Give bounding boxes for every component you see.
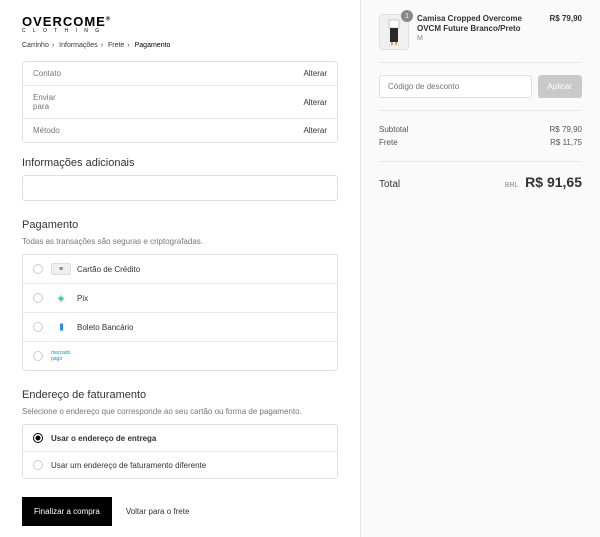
billing-options: Usar o endereço de entrega Usar um ender… xyxy=(22,424,338,479)
apply-button[interactable]: Aplicar xyxy=(538,75,582,98)
pix-icon: ◈ xyxy=(51,292,71,304)
billing-diff[interactable]: Usar um endereço de faturamento diferent… xyxy=(23,452,337,478)
product-thumb: 1 xyxy=(379,14,409,50)
credit-card-icon: ≡ xyxy=(51,263,71,275)
method-label: Método xyxy=(33,126,71,135)
subtotal-value: R$ 79,90 xyxy=(550,125,582,134)
payment-methods: ≡ Cartão de Crédito ◈ Pix ||| Boleto Ban… xyxy=(22,254,338,371)
pay-cc[interactable]: ≡ Cartão de Crédito xyxy=(23,255,337,284)
shipto-change[interactable]: Alterar xyxy=(303,98,327,107)
discount-input[interactable] xyxy=(379,75,532,98)
pay-boleto[interactable]: ||| Boleto Bancário xyxy=(23,313,337,342)
payment-subtitle: Todas as transações são seguras e cripto… xyxy=(22,237,338,246)
billing-title: Endereço de faturamento xyxy=(22,389,338,401)
breadcrumb-ship[interactable]: Frete xyxy=(108,42,124,49)
review-box: Contato Alterar Enviar para Alterar Méto… xyxy=(22,61,338,143)
mercadopago-icon: mercado pago xyxy=(51,350,71,362)
breadcrumb: Carrinho› Informações› Frete› Pagamento xyxy=(22,42,338,49)
radio-icon xyxy=(33,433,43,443)
breadcrumb-info[interactable]: Informações xyxy=(59,42,98,49)
total-amount: R$ 91,65 xyxy=(525,174,582,190)
additional-input[interactable] xyxy=(22,175,338,201)
radio-icon xyxy=(33,351,43,361)
currency: BRL xyxy=(505,182,519,189)
additional-title: Informações adicionais xyxy=(22,157,338,169)
qty-badge: 1 xyxy=(401,10,413,22)
radio-icon xyxy=(33,293,43,303)
contact-change[interactable]: Alterar xyxy=(303,69,327,78)
billing-subtitle: Selecione o endereço que corresponde ao … xyxy=(22,407,338,416)
radio-icon xyxy=(33,264,43,274)
total-label: Total xyxy=(379,179,400,190)
item-variant: M xyxy=(417,35,542,42)
pay-mp[interactable]: mercado pago xyxy=(23,342,337,370)
breadcrumb-cart[interactable]: Carrinho xyxy=(22,42,49,49)
shipto-label: Enviar para xyxy=(33,93,71,111)
shipping-label: Frete xyxy=(379,138,398,147)
radio-icon xyxy=(33,460,43,470)
payment-title: Pagamento xyxy=(22,219,338,231)
radio-icon xyxy=(33,322,43,332)
billing-same[interactable]: Usar o endereço de entrega xyxy=(23,425,337,452)
item-price: R$ 79,90 xyxy=(550,14,582,23)
cart-item: 1 Camisa Cropped Overcome OVCM Future Br… xyxy=(379,14,582,63)
item-name: Camisa Cropped Overcome OVCM Future Bran… xyxy=(417,14,542,33)
shipping-value: R$ 11,75 xyxy=(550,138,582,147)
boleto-icon: ||| xyxy=(51,321,71,333)
contact-label: Contato xyxy=(33,69,71,78)
subtotal-label: Subtotal xyxy=(379,125,408,134)
breadcrumb-payment: Pagamento xyxy=(135,42,171,49)
back-link[interactable]: Voltar para o frete xyxy=(126,507,190,516)
method-change[interactable]: Alterar xyxy=(303,126,327,135)
pay-pix[interactable]: ◈ Pix xyxy=(23,284,337,313)
complete-button[interactable]: Finalizar a compra xyxy=(22,497,112,526)
logo[interactable]: OVERCOME® C L O T H I N G xyxy=(22,14,338,34)
